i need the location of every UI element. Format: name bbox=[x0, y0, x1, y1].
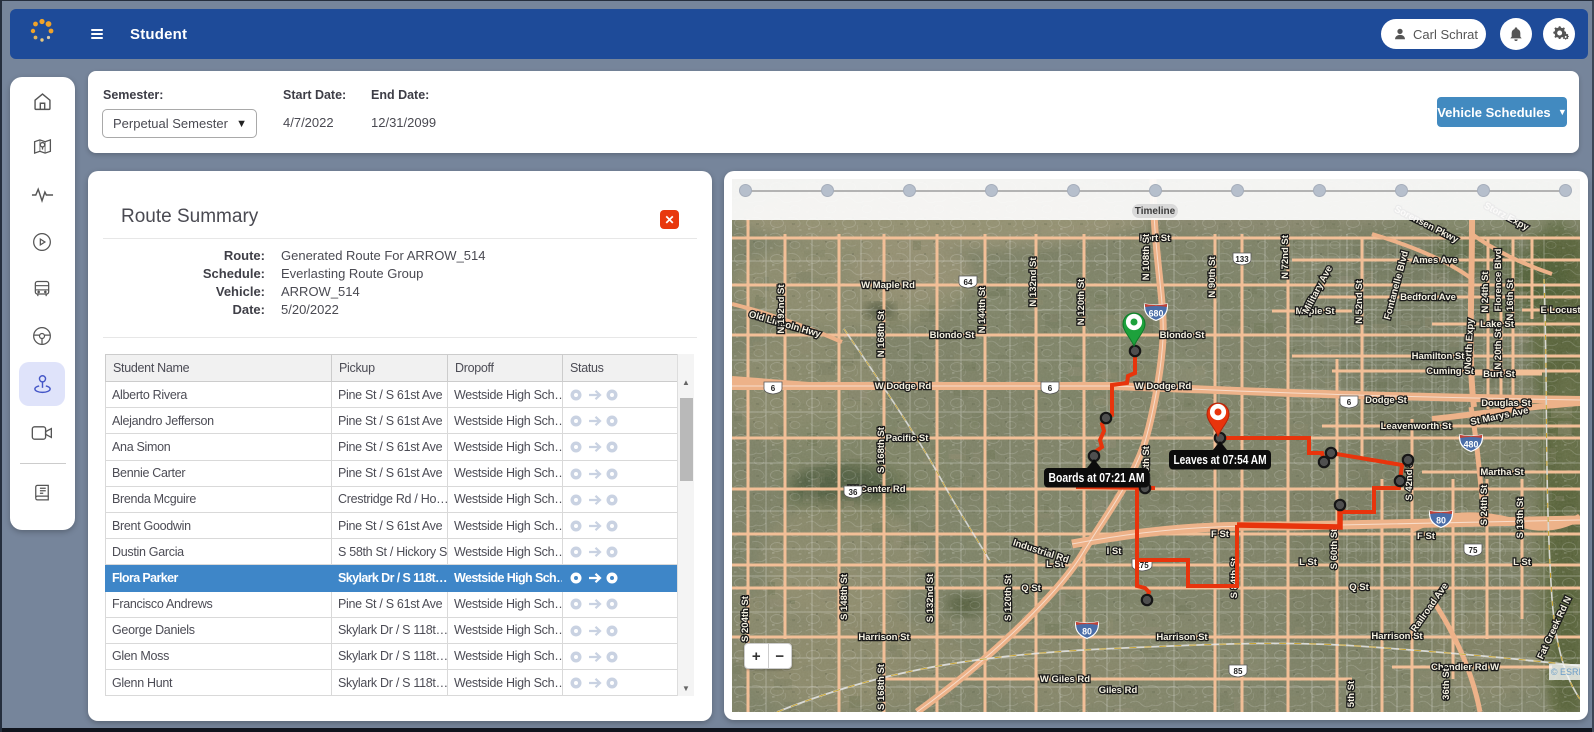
svg-text:S 24th St: S 24th St bbox=[1479, 484, 1490, 525]
svg-text:Q St: Q St bbox=[1349, 582, 1369, 593]
svg-text:Martha St: Martha St bbox=[1480, 467, 1524, 478]
svg-text:N 132nd St: N 132nd St bbox=[1028, 257, 1039, 307]
svg-text:36th St: 36th St bbox=[1441, 667, 1452, 700]
svg-text:Leavenworth St: Leavenworth St bbox=[1381, 421, 1453, 432]
svg-text:133: 133 bbox=[1235, 255, 1249, 264]
svg-text:Bedford Ave: Bedford Ave bbox=[1400, 292, 1456, 303]
svg-text:680: 680 bbox=[1149, 308, 1164, 318]
svg-text:S 132nd St: S 132nd St bbox=[925, 573, 936, 622]
svg-text:S 204th St: S 204th St bbox=[740, 595, 751, 642]
svg-text:L St: L St bbox=[1299, 557, 1318, 568]
svg-text:Harrison St: Harrison St bbox=[858, 632, 910, 643]
svg-text:S 60th St: S 60th St bbox=[1329, 528, 1340, 569]
svg-text:Burt St: Burt St bbox=[1483, 369, 1516, 380]
svg-text:I St: I St bbox=[1107, 546, 1123, 557]
svg-text:N 72nd St: N 72nd St bbox=[1280, 234, 1291, 279]
svg-text:S 13th St: S 13th St bbox=[1515, 497, 1526, 538]
svg-text:F St: F St bbox=[1417, 531, 1436, 542]
svg-text:80: 80 bbox=[1436, 515, 1446, 525]
svg-text:Boards at 07:21 AM: Boards at 07:21 AM bbox=[1049, 471, 1145, 485]
svg-text:N 168th St: N 168th St bbox=[876, 310, 887, 357]
svg-text:W Giles Rd: W Giles Rd bbox=[1040, 674, 1090, 685]
svg-text:N 144th St: N 144th St bbox=[977, 286, 988, 333]
svg-text:6: 6 bbox=[1347, 398, 1352, 407]
svg-text:N 16th St: N 16th St bbox=[1505, 279, 1516, 321]
svg-text:6: 6 bbox=[771, 384, 776, 393]
svg-text:S 120th St: S 120th St bbox=[1003, 574, 1014, 621]
svg-text:N 120th St: N 120th St bbox=[1076, 278, 1087, 325]
svg-text:S 168th St: S 168th St bbox=[876, 663, 887, 710]
svg-text:Giles Rd: Giles Rd bbox=[1099, 685, 1138, 696]
svg-text:480: 480 bbox=[1464, 439, 1479, 449]
svg-text:Florence Blvd: Florence Blvd bbox=[1493, 248, 1504, 311]
svg-text:Blondo St: Blondo St bbox=[1160, 330, 1206, 341]
svg-text:N 108th St: N 108th St bbox=[1141, 233, 1152, 280]
svg-text:N 90th St: N 90th St bbox=[1207, 256, 1218, 298]
svg-text:N 192nd St: N 192nd St bbox=[776, 284, 787, 334]
svg-text:W Dodge Rd: W Dodge Rd bbox=[1135, 381, 1192, 392]
svg-text:F St: F St bbox=[1211, 529, 1230, 540]
svg-text:64: 64 bbox=[964, 278, 973, 287]
svg-text:N 20th St: N 20th St bbox=[1493, 328, 1504, 370]
svg-text:Pacific St: Pacific St bbox=[886, 433, 930, 444]
svg-text:L St: L St bbox=[1513, 557, 1532, 568]
svg-text:Ames Ave: Ames Ave bbox=[1412, 255, 1457, 266]
svg-text:S 148th St: S 148th St bbox=[839, 573, 850, 620]
svg-text:W Dodge Rd: W Dodge Rd bbox=[875, 381, 932, 392]
svg-text:85: 85 bbox=[1234, 667, 1243, 676]
svg-text:Leaves at 07:54 AM: Leaves at 07:54 AM bbox=[1174, 453, 1267, 467]
svg-text:W Maple Rd: W Maple Rd bbox=[861, 280, 915, 291]
svg-text:36: 36 bbox=[849, 488, 858, 497]
svg-text:S 168th St: S 168th St bbox=[876, 426, 887, 473]
svg-text:Harrison St: Harrison St bbox=[1156, 632, 1208, 643]
svg-text:N 24th St: N 24th St bbox=[1480, 271, 1491, 313]
svg-text:5th St: 5th St bbox=[1346, 680, 1357, 707]
svg-text:80: 80 bbox=[1082, 626, 1092, 636]
svg-text:E Locust S: E Locust S bbox=[1540, 305, 1580, 316]
svg-text:6: 6 bbox=[1048, 384, 1053, 393]
svg-text:N 52nd St: N 52nd St bbox=[1354, 279, 1365, 324]
svg-text:Q St: Q St bbox=[1021, 583, 1041, 594]
svg-text:75: 75 bbox=[1469, 546, 1478, 555]
svg-text:Hamilton St: Hamilton St bbox=[1412, 351, 1466, 362]
svg-text:Dodge St: Dodge St bbox=[1365, 395, 1408, 406]
svg-text:Blondo St: Blondo St bbox=[930, 330, 976, 341]
